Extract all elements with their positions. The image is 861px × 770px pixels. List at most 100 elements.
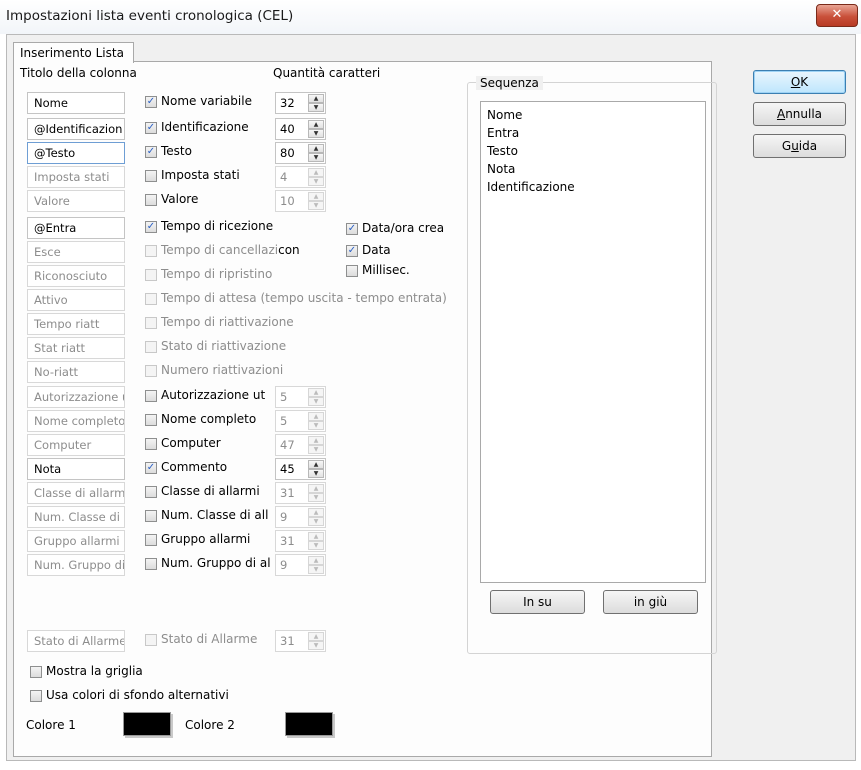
column-enable-checkbox[interactable]: [145, 486, 157, 498]
tab-inserimento-lista[interactable]: Inserimento Lista: [13, 42, 134, 63]
column-enable-checkbox[interactable]: [145, 558, 157, 570]
list-item[interactable]: Identificazione: [487, 178, 699, 196]
column-title-field[interactable]: Imposta stati: [27, 166, 125, 188]
spin-down-icon[interactable]: ▼: [308, 177, 324, 186]
column-title-field[interactable]: Gruppo allarmi: [27, 530, 125, 552]
spin-up-icon[interactable]: ▲: [308, 556, 324, 565]
column-enable-checkbox[interactable]: [145, 365, 157, 377]
column-enable-checkbox[interactable]: ✓: [145, 462, 157, 474]
spin-up-icon[interactable]: ▲: [308, 436, 324, 445]
spin-down-icon[interactable]: ▼: [308, 565, 324, 574]
cancel-button[interactable]: Annulla: [753, 102, 846, 126]
column-title-field[interactable]: @Testo: [27, 142, 125, 164]
char-count-spinner[interactable]: 31 ▲ ▼: [275, 482, 326, 504]
column-enable-checkbox[interactable]: [145, 414, 157, 426]
column-title-field[interactable]: Autorizzazione u: [27, 386, 125, 408]
spin-up-icon[interactable]: ▲: [308, 412, 324, 421]
date-checkbox[interactable]: ✓: [346, 245, 358, 257]
move-down-button[interactable]: in giù: [603, 590, 698, 614]
spin-up-icon[interactable]: ▲: [308, 388, 324, 397]
column-title-field[interactable]: Computer: [27, 434, 125, 456]
column-title-field[interactable]: Nome completo: [27, 410, 125, 432]
stato-allarme-char-spinner[interactable]: 31 ▲ ▼: [275, 630, 326, 652]
column-enable-checkbox[interactable]: ✓: [145, 96, 157, 108]
column-enable-checkbox[interactable]: [145, 269, 157, 281]
column-enable-checkbox[interactable]: [145, 194, 157, 206]
column-title-field[interactable]: Stat riatt: [27, 337, 125, 359]
column-enable-checkbox[interactable]: ✓: [145, 146, 157, 158]
spin-up-icon[interactable]: ▲: [308, 168, 324, 177]
char-count-spinner[interactable]: 10 ▲ ▼: [275, 190, 326, 212]
column-enable-checkbox[interactable]: [145, 510, 157, 522]
column-title-field[interactable]: @Identificazion: [27, 118, 125, 140]
spin-down-icon[interactable]: ▼: [308, 541, 324, 550]
list-item[interactable]: Entra: [487, 124, 699, 142]
column-title-field[interactable]: @Entra: [27, 217, 125, 239]
column-title-field[interactable]: Num. Gruppo di: [27, 554, 125, 576]
spin-down-icon[interactable]: ▼: [308, 103, 324, 112]
column-enable-checkbox[interactable]: [145, 438, 157, 450]
spin-down-icon[interactable]: ▼: [308, 641, 324, 650]
spin-down-icon[interactable]: ▼: [308, 445, 324, 454]
list-item[interactable]: Nota: [487, 160, 699, 178]
millisec-checkbox[interactable]: [346, 265, 358, 277]
ok-button[interactable]: OK: [753, 70, 846, 94]
spin-down-icon[interactable]: ▼: [308, 153, 324, 162]
char-count-spinner[interactable]: 47 ▲ ▼: [275, 434, 326, 456]
spin-up-icon[interactable]: ▲: [308, 460, 324, 469]
list-item[interactable]: Testo: [487, 142, 699, 160]
spin-up-icon[interactable]: ▲: [308, 94, 324, 103]
help-button[interactable]: Guida: [753, 134, 846, 158]
column-title-field[interactable]: Tempo riatt: [27, 313, 125, 335]
alt-colors-checkbox[interactable]: [30, 690, 42, 702]
stato-allarme-checkbox[interactable]: [145, 634, 157, 646]
column-title-field[interactable]: No-riatt: [27, 361, 125, 383]
column-title-field[interactable]: Nota: [27, 458, 125, 480]
spin-up-icon[interactable]: ▲: [308, 508, 324, 517]
spin-down-icon[interactable]: ▼: [308, 517, 324, 526]
column-enable-checkbox[interactable]: [145, 341, 157, 353]
spin-up-icon[interactable]: ▲: [308, 484, 324, 493]
color2-swatch[interactable]: [285, 712, 333, 736]
column-title-field[interactable]: Nome: [27, 92, 125, 114]
column-enable-checkbox[interactable]: ✓: [145, 221, 157, 233]
move-up-button[interactable]: In su: [490, 590, 585, 614]
char-count-spinner[interactable]: 45 ▲ ▼: [275, 458, 326, 480]
datetime-checkbox[interactable]: ✓: [346, 223, 358, 235]
column-title-field[interactable]: Valore: [27, 190, 125, 212]
close-button[interactable]: ✕: [816, 4, 858, 27]
spin-down-icon[interactable]: ▼: [308, 201, 324, 210]
column-title-field[interactable]: Riconosciuto: [27, 265, 125, 287]
column-title-field[interactable]: Esce: [27, 241, 125, 263]
spin-up-icon[interactable]: ▲: [308, 192, 324, 201]
spin-down-icon[interactable]: ▼: [308, 397, 324, 406]
char-count-spinner[interactable]: 9 ▲ ▼: [275, 506, 326, 528]
column-title-field[interactable]: Classe di allarmi: [27, 482, 125, 504]
spin-up-icon[interactable]: ▲: [308, 144, 324, 153]
char-count-spinner[interactable]: 40 ▲ ▼: [275, 118, 326, 140]
column-title-field[interactable]: Num. Classe di a: [27, 506, 125, 528]
list-item[interactable]: Nome: [487, 106, 699, 124]
column-enable-checkbox[interactable]: [145, 293, 157, 305]
spin-up-icon[interactable]: ▲: [308, 632, 324, 641]
spin-down-icon[interactable]: ▼: [308, 129, 324, 138]
char-count-spinner[interactable]: 5 ▲ ▼: [275, 410, 326, 432]
color1-swatch[interactable]: [123, 712, 171, 736]
column-enable-checkbox[interactable]: [145, 390, 157, 402]
column-enable-checkbox[interactable]: [145, 245, 157, 257]
spin-up-icon[interactable]: ▲: [308, 120, 324, 129]
spin-down-icon[interactable]: ▼: [308, 421, 324, 430]
spin-up-icon[interactable]: ▲: [308, 532, 324, 541]
char-count-spinner[interactable]: 9 ▲ ▼: [275, 554, 326, 576]
spin-down-icon[interactable]: ▼: [308, 493, 324, 502]
char-count-spinner[interactable]: 31 ▲ ▼: [275, 530, 326, 552]
char-count-spinner[interactable]: 32 ▲ ▼: [275, 92, 326, 114]
column-title-field[interactable]: Attivo: [27, 289, 125, 311]
column-enable-checkbox[interactable]: [145, 317, 157, 329]
column-enable-checkbox[interactable]: [145, 170, 157, 182]
char-count-spinner[interactable]: 80 ▲ ▼: [275, 142, 326, 164]
column-enable-checkbox[interactable]: [145, 534, 157, 546]
column-title-field-stato-allarme[interactable]: Stato di Allarme: [27, 630, 125, 652]
sequence-listbox[interactable]: Nome Entra Testo Nota Identificazione: [480, 101, 706, 583]
char-count-spinner[interactable]: 4 ▲ ▼: [275, 166, 326, 188]
